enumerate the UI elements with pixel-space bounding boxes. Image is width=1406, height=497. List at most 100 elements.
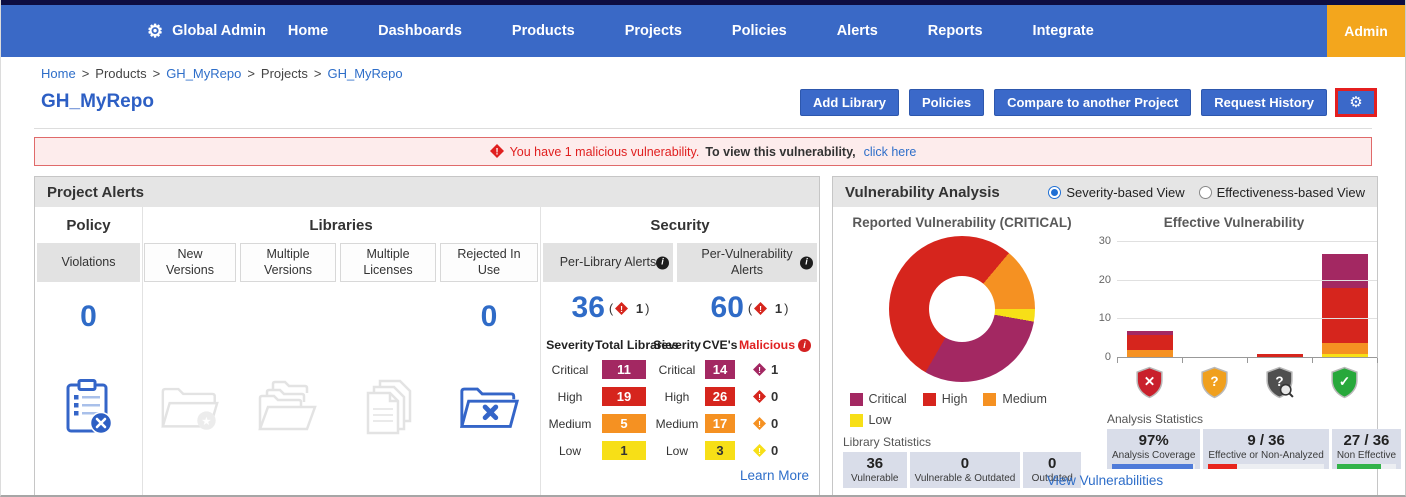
legend-item-high: High	[923, 392, 968, 406]
legend-swatch	[923, 393, 936, 406]
nav-item-dashboards[interactable]: Dashboards	[378, 23, 462, 39]
breadcrumb-item-gh-myrepo[interactable]: GH_MyRepo	[327, 66, 402, 81]
svg-text:!: !	[759, 303, 762, 313]
bar-segment-high	[1322, 288, 1368, 342]
multiple-versions-header[interactable]: Multiple Versions	[240, 243, 336, 282]
stat-label: Effective or Non-Analyzed	[1208, 450, 1323, 461]
x-tick	[1312, 358, 1313, 363]
subheader-row: Violations New Versions Multiple Version…	[35, 243, 540, 282]
stat-value: 97%	[1112, 432, 1195, 449]
nav-item-reports[interactable]: Reports	[928, 23, 983, 39]
global-admin-label: Global Admin	[172, 23, 266, 39]
severity-header: Severity	[653, 338, 701, 352]
project-alerts-body: Policy Libraries Violations New Versions…	[35, 207, 819, 495]
radio-label: Effectiveness-based View	[1217, 185, 1365, 200]
per-vulnerability-alerts-label: Per-Vulnerability Alerts	[687, 247, 807, 278]
reported-vulnerability-chart-area: Reported Vulnerability (CRITICAL) Critic…	[833, 207, 1091, 488]
gear-icon: ⚙	[1349, 95, 1362, 110]
svg-text:?: ?	[1210, 374, 1218, 389]
per-library-alerts-header[interactable]: Per-Library Alerts i	[543, 243, 673, 282]
radio-severity-based-view[interactable]: Severity-based View	[1048, 185, 1184, 200]
bar-segment-medium	[1322, 343, 1368, 355]
donut-chart-title: Reported Vulnerability (CRITICAL)	[852, 215, 1071, 230]
nav-item-home[interactable]: Home	[288, 23, 328, 39]
project-settings-gear-button[interactable]: ⚙	[1335, 88, 1377, 117]
group-libraries: Libraries	[142, 207, 540, 243]
nav-item-products[interactable]: Products	[512, 23, 575, 39]
bar-segment-high	[1127, 335, 1173, 350]
toolbar-button-compare-to-another-project[interactable]: Compare to another Project	[994, 89, 1191, 116]
y-tick-label: 30	[1091, 235, 1111, 247]
legend-swatch	[983, 393, 996, 406]
per-library-malicious-count: (! 1)	[609, 301, 650, 316]
stat-box-analysis-coverage: 97%Analysis Coverage	[1107, 429, 1200, 469]
per-library-alerts-label: Per-Library Alerts	[560, 255, 657, 271]
admin-button[interactable]: Admin	[1327, 5, 1405, 57]
svg-text:!: !	[758, 446, 761, 456]
stat-value: 36	[848, 455, 902, 472]
bar-segment-critical	[1322, 254, 1368, 289]
in-analysis-shield-icon: ?	[1264, 366, 1295, 404]
banner-click-here-link[interactable]: click here	[864, 145, 917, 159]
malicious-count: !1	[739, 362, 819, 377]
malicious-vulnerability-banner: ! You have 1 malicious vulnerability. To…	[34, 137, 1372, 166]
breadcrumb-item-gh-myrepo[interactable]: GH_MyRepo	[166, 66, 241, 81]
nav-item-alerts[interactable]: Alerts	[837, 23, 878, 39]
severity-label: High	[653, 390, 701, 404]
info-icon[interactable]: i	[800, 256, 813, 269]
project-alerts-panel: Project Alerts Policy Libraries Violatio…	[34, 176, 820, 496]
global-admin-menu[interactable]: ⚙ Global Admin	[147, 22, 266, 40]
per-vulnerability-alerts-header[interactable]: Per-Vulnerability Alerts i	[677, 243, 817, 282]
y-tick-label: 0	[1091, 351, 1111, 363]
breadcrumb-separator: >	[153, 66, 161, 81]
multiple-licenses-header[interactable]: Multiple Licenses	[340, 243, 436, 282]
severity-label: Low	[545, 444, 595, 458]
bars	[1117, 242, 1377, 358]
banner-message-red: You have 1 malicious vulnerability.	[510, 145, 700, 159]
toolbar-button-add-library[interactable]: Add Library	[800, 89, 899, 116]
view-radio-group: Severity-based View Effectiveness-based V…	[1048, 185, 1365, 200]
effective-vulnerability-bar-chart[interactable]: 0102030	[1117, 242, 1377, 358]
violations-header[interactable]: Violations	[37, 243, 140, 282]
risk-shield-icons-row: ✕??✓	[1117, 366, 1377, 404]
per-library-alerts-count: 36	[572, 291, 605, 325]
learn-more-link[interactable]: Learn More	[541, 468, 819, 483]
x-tick	[1182, 358, 1183, 363]
progress-bar	[1337, 464, 1396, 469]
svg-text:!: !	[495, 147, 498, 157]
nav-item-policies[interactable]: Policies	[732, 23, 787, 39]
rejected-in-use-header[interactable]: Rejected In Use	[440, 243, 538, 282]
values-row: 0 0	[35, 282, 540, 352]
progress-bar	[1208, 464, 1323, 469]
severity-label: Low	[653, 444, 701, 458]
view-vulnerabilities-link[interactable]: View Vulnerabilities	[833, 473, 1377, 488]
alert-diamond-icon: !	[490, 144, 504, 159]
radio-effectiveness-based-view[interactable]: Effectiveness-based View	[1199, 185, 1365, 200]
malicious-count: !0	[739, 443, 819, 458]
nav-item-integrate[interactable]: Integrate	[1033, 23, 1094, 39]
nav-item-projects[interactable]: Projects	[625, 23, 682, 39]
stat-value: 9 / 36	[1208, 432, 1323, 449]
icons-row: ★	[35, 352, 540, 462]
legend-item-critical: Critical	[850, 392, 907, 406]
library-statistics-label: Library Statistics	[843, 435, 1081, 449]
divider	[34, 128, 1372, 129]
policy-violations-clipboard-icon	[35, 378, 142, 436]
svg-text:✓: ✓	[1339, 374, 1350, 389]
progress-fill	[1337, 464, 1381, 469]
breadcrumb-item-products: Products	[95, 66, 146, 81]
new-versions-header[interactable]: New Versions	[144, 243, 236, 282]
legend-label: Critical	[869, 392, 907, 406]
severity-table-header: Severity Total Libraries Severity CVE's …	[541, 334, 819, 356]
cve-count-badge: 3	[705, 441, 735, 460]
toolbar-button-request-history[interactable]: Request History	[1201, 89, 1327, 116]
toolbar-button-policies[interactable]: Policies	[909, 89, 984, 116]
bar-chart-title: Effective Vulnerability	[1164, 215, 1305, 230]
radio-icon	[1199, 186, 1212, 199]
info-icon[interactable]: i	[656, 256, 669, 269]
info-icon[interactable]: i	[798, 339, 811, 352]
legend-item-medium: Medium	[983, 392, 1046, 406]
reported-vulnerability-donut-chart[interactable]	[889, 236, 1035, 382]
cves-header: CVE's	[701, 338, 739, 352]
breadcrumb-item-home[interactable]: Home	[41, 66, 76, 81]
